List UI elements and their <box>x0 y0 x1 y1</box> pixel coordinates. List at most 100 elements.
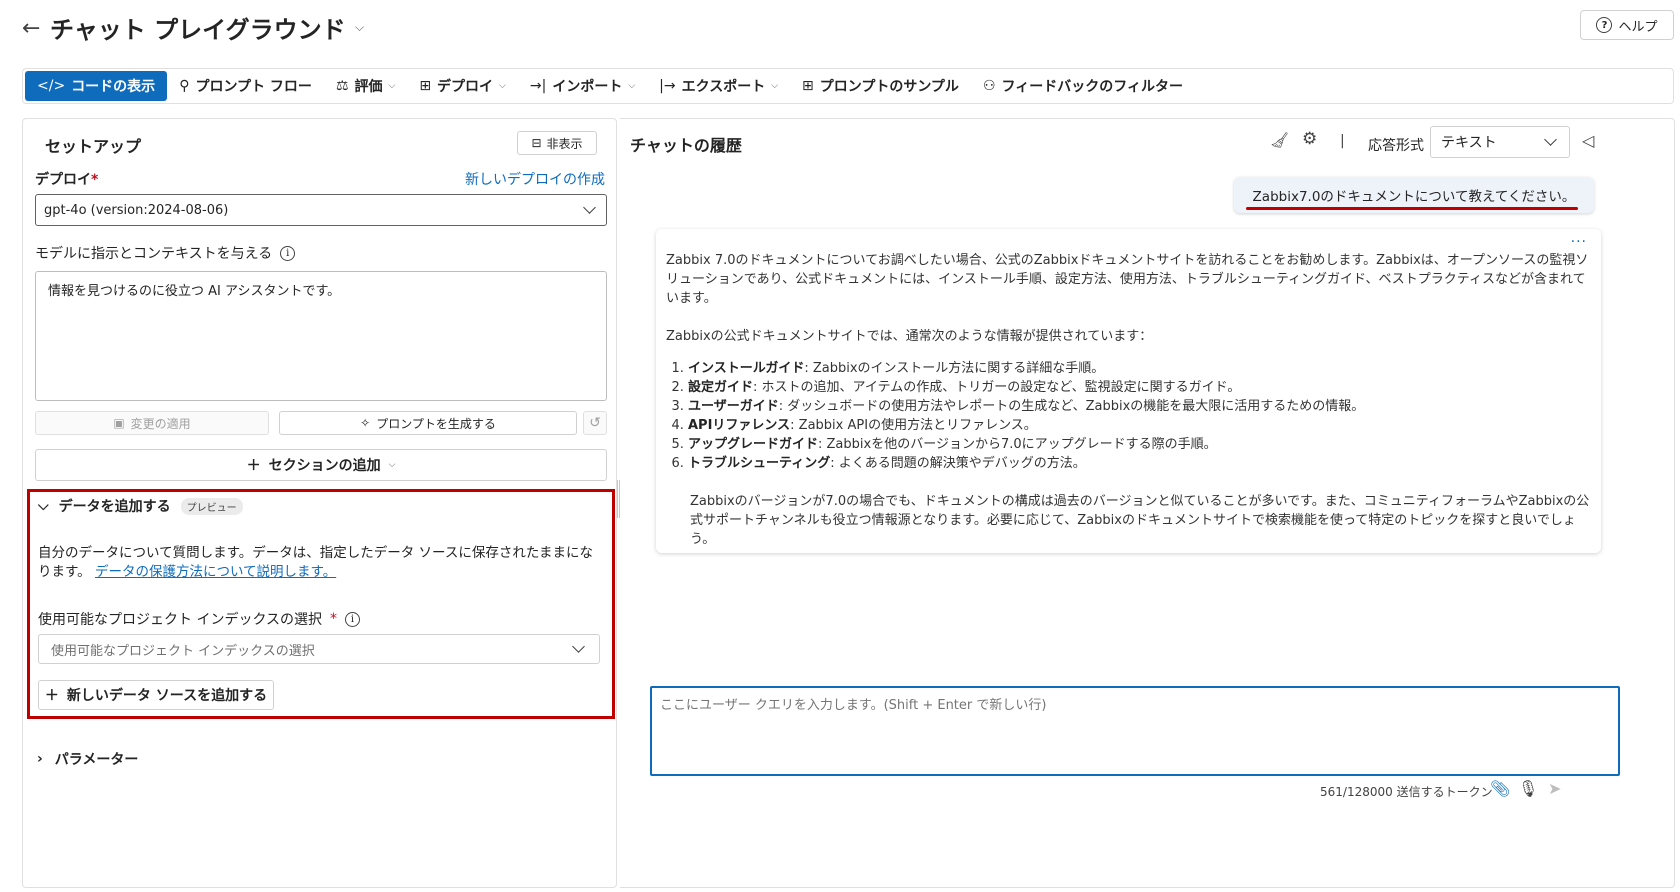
list-item-text: : よくある問題の解決策やデバッグの方法。 <box>830 456 1086 471</box>
gear-icon[interactable]: ⚙ <box>1302 129 1317 149</box>
plus-icon: ＋ <box>246 458 261 474</box>
undo-icon: ↺ <box>589 415 601 431</box>
highlight-underline <box>1246 207 1578 210</box>
index-label-text: 使用可能なプロジェクト インデックスの選択 <box>38 612 323 628</box>
list-item-heading: 設定ガイド <box>688 380 754 395</box>
panel-hide-icon: ⊟ <box>531 136 542 150</box>
info-icon[interactable]: i <box>280 245 296 261</box>
response-format-label: 応答形式 <box>1368 138 1424 154</box>
microphone-icon[interactable]: 🎙︎ <box>1518 779 1538 798</box>
help-button[interactable]: ? ヘルプ <box>1580 10 1674 40</box>
save-icon: ▣ <box>113 416 125 430</box>
list-item: ユーザーガイド: ダッシュボードの使用方法やレポートの生成など、Zabbixの機… <box>688 397 1591 416</box>
toolbar-label: プロンプト フロー <box>195 79 312 95</box>
chevron-down-icon <box>572 640 585 653</box>
reset-button[interactable]: ↺ <box>583 411 607 435</box>
toolbar-label: 評価 <box>354 79 383 95</box>
list-item: 設定ガイド: ホストの追加、アイテムの作成、トリガーの設定など、監視設定に関する… <box>688 378 1591 397</box>
assistant-paragraph: Zabbixのバージョンが7.0の場合でも、ドキュメントの構成は過去のバージョン… <box>690 494 1590 547</box>
user-query-input[interactable] <box>650 686 1620 776</box>
chevron-down-icon: ⌵ <box>628 81 636 91</box>
grid-icon: ⊞ <box>802 78 814 94</box>
list-item-heading: アップグレードガイド <box>688 437 819 452</box>
list-item-text: : Zabbixを他のバージョンから7.0にアップグレードする際の手順。 <box>818 437 1217 452</box>
list-item-text: : Zabbix APIの使用方法とリファレンス。 <box>790 418 1037 433</box>
add-data-description: 自分のデータについて質問します。データは、指定したデータ ソースに保存されたまま… <box>38 544 598 582</box>
add-section-button[interactable]: ＋ セクションの追加 ⌵ <box>35 449 607 481</box>
setup-panel: セットアップ ⊟ 非表示 デプロイ* 新しいデプロイの作成 gpt-4o (ve… <box>22 118 617 888</box>
instructions-label: モデルに指示とコンテキストを与える i <box>35 243 296 263</box>
system-message-input[interactable]: 情報を見つけるのに役立つ AI アシスタントです。 <box>35 271 607 401</box>
question-icon: ? <box>1596 17 1613 33</box>
toolbar-label: フィードバックのフィルター <box>1001 79 1183 95</box>
response-format-value: テキスト <box>1441 135 1497 151</box>
back-arrow-icon[interactable]: ← <box>22 16 40 41</box>
required-marker: * <box>330 611 338 627</box>
add-data-header[interactable]: ⌵ データを追加する プレビュー <box>38 496 243 516</box>
chevron-down-icon: ⌵ <box>388 460 396 470</box>
chevron-down-icon: ⌵ <box>388 81 396 91</box>
evaluate-button[interactable]: ⚖ 評価 ⌵ <box>324 71 407 101</box>
list-item: APIリファレンス: Zabbix APIの使用方法とリファレンス。 <box>688 416 1591 435</box>
chevron-down-icon: ⌵ <box>771 81 779 91</box>
deploy-value: gpt-4o (version:2024-08-06) <box>44 202 229 218</box>
generate-prompt-button[interactable]: ✧ プロンプトを生成する <box>279 411 577 435</box>
add-data-section: ⌵ データを追加する プレビュー 自分のデータについて質問します。データは、指定… <box>27 489 615 719</box>
user-message-text: Zabbix7.0のドキュメントについて教えてください。 <box>1252 189 1576 205</box>
import-button[interactable]: →| インポート ⌵ <box>518 71 647 101</box>
list-item-heading: トラブルシューティング <box>688 456 831 471</box>
parameters-section[interactable]: › パラメーター <box>37 749 138 769</box>
deploy-select[interactable]: gpt-4o (version:2024-08-06) <box>35 194 607 226</box>
instructions-label-text: モデルに指示とコンテキストを与える <box>35 246 273 262</box>
divider: | <box>1340 133 1345 149</box>
more-options-icon[interactable]: ··· <box>1571 233 1587 252</box>
parameters-label: パラメーター <box>54 752 139 768</box>
assistant-paragraph: Zabbixの公式ドキュメントサイトでは、通常次のような情報が提供されています： <box>666 329 1153 344</box>
chevron-down-icon: ⌵ <box>38 498 49 514</box>
list-item: トラブルシューティング: よくある問題の解決策やデバッグの方法。 <box>688 454 1591 473</box>
chevron-down-icon: ⌵ <box>499 81 506 91</box>
feedback-filter-button[interactable]: ⚇ フィードバックのフィルター <box>971 71 1195 101</box>
add-data-title: データを追加する <box>58 499 171 515</box>
view-code-button[interactable]: </> コードの表示 <box>25 71 168 101</box>
send-icon[interactable]: ➤ <box>1548 779 1561 798</box>
project-index-select[interactable]: 使用可能なプロジェクト インデックスの選択 <box>38 634 600 664</box>
deploy-icon: ⊞ <box>419 78 432 94</box>
hide-label: 非表示 <box>546 136 583 151</box>
toolbar-label: デプロイ <box>437 79 494 95</box>
toolbar: </> コードの表示 ⚲ プロンプト フロー ⚖ 評価 ⌵ ⊞ デプロイ ⌵ →… <box>22 68 1674 104</box>
new-deploy-link[interactable]: 新しいデプロイの作成 <box>465 169 605 189</box>
preview-badge: プレビュー <box>180 497 243 515</box>
index-select-label: 使用可能なプロジェクト インデックスの選択 * i <box>38 609 361 629</box>
help-label: ヘルプ <box>1618 19 1658 35</box>
data-protection-link[interactable]: データの保護方法について説明します。 <box>95 564 336 580</box>
toolbar-label: コードの表示 <box>71 79 156 95</box>
deploy-button[interactable]: ⊞ デプロイ ⌵ <box>407 71 518 101</box>
clear-chat-icon[interactable]: 🧹︎ <box>1270 131 1289 149</box>
apply-label: 変更の適用 <box>130 416 191 431</box>
token-count: 561/128000 送信するトークン <box>1320 785 1493 799</box>
response-format-select[interactable]: テキスト <box>1430 126 1570 158</box>
list-item-text: : Zabbixのインストール方法に関する詳細な手順。 <box>804 361 1105 376</box>
add-data-source-button[interactable]: ＋ 新しいデータ ソースを追加する <box>38 680 274 710</box>
export-icon: |→ <box>659 78 676 94</box>
deploy-label-text: デプロイ <box>35 172 91 188</box>
toolbar-label: インポート <box>552 79 623 95</box>
chevron-down-icon <box>583 201 596 214</box>
assistant-message: ··· Zabbix 7.0のドキュメントについてお調べしたい場合、公式のZab… <box>656 229 1601 553</box>
list-item: アップグレードガイド: Zabbixを他のバージョンから7.0にアップグレードす… <box>688 435 1591 454</box>
page-header: ← チャット プレイグラウンド ⌵ ? ヘルプ <box>0 0 1680 58</box>
prompt-flow-button[interactable]: ⚲ プロンプト フロー <box>167 71 324 101</box>
sparkle-icon: ✧ <box>360 416 371 430</box>
info-icon[interactable]: i <box>345 611 361 627</box>
hide-button[interactable]: ⊟ 非表示 <box>517 131 597 155</box>
export-button[interactable]: |→ エクスポート ⌵ <box>647 71 790 101</box>
list-item-heading: インストールガイド <box>688 361 805 376</box>
apply-changes-button[interactable]: ▣ 変更の適用 <box>35 411 269 435</box>
prompt-samples-button[interactable]: ⊞ プロンプトのサンプル <box>790 71 971 101</box>
list-item-heading: ユーザーガイド <box>688 399 779 414</box>
attach-icon[interactable]: 📎︎ <box>1490 779 1510 798</box>
required-marker: * <box>91 172 99 188</box>
chevron-down-icon[interactable]: ⌵ <box>355 20 364 35</box>
speaker-icon[interactable]: ◁ <box>1582 131 1594 150</box>
